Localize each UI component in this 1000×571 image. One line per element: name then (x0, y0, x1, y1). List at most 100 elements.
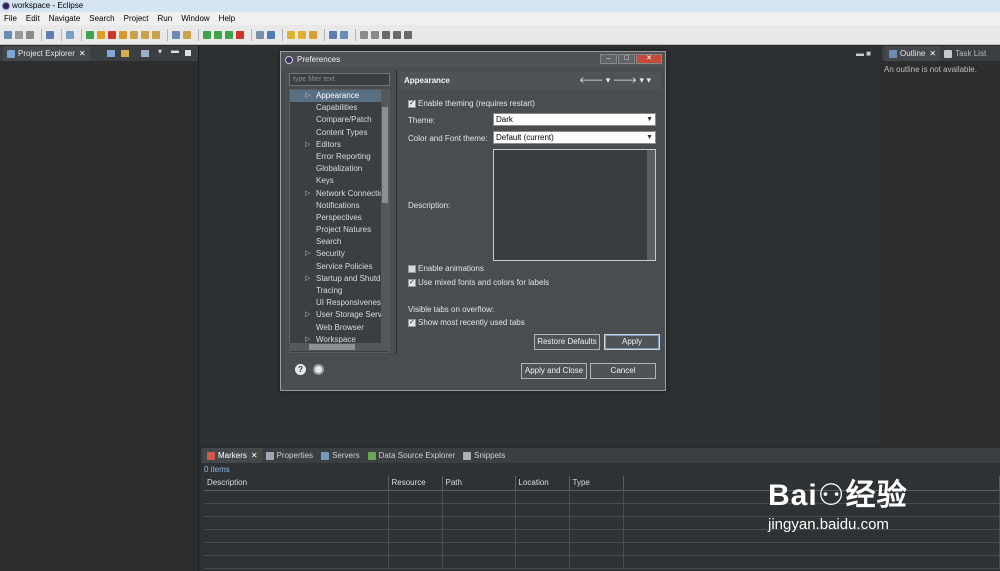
tree-item[interactable]: Keys (290, 175, 389, 187)
tree-item[interactable]: Notifications (290, 200, 389, 212)
close-icon[interactable]: ✕ (251, 451, 258, 460)
tab-servers[interactable]: Servers (317, 448, 364, 463)
apply-button[interactable]: Apply (604, 334, 660, 350)
tree-item[interactable]: Compare/Patch (290, 114, 389, 126)
tab-snippets[interactable]: Snippets (459, 448, 509, 463)
disconnect-icon[interactable] (119, 30, 127, 39)
tree-item[interactable]: Project Natures (290, 224, 389, 236)
save-icon[interactable] (15, 30, 23, 39)
expand-arrow-icon[interactable]: ▷ (305, 90, 310, 102)
tree-item[interactable]: ▷ Appearance (290, 90, 389, 103)
tree-vertical-scrollbar[interactable] (381, 89, 389, 344)
expand-arrow-icon[interactable]: ▷ (305, 248, 310, 260)
close-icon[interactable]: ✕ (929, 49, 936, 58)
collapse-all-icon[interactable] (107, 50, 115, 57)
tree-horizontal-scrollbar[interactable] (289, 343, 390, 351)
menu-window[interactable]: Window (181, 14, 209, 23)
page-navigation[interactable]: 🡐 ▾ 🡒 ▾ ▾ (579, 75, 651, 86)
expand-arrow-icon[interactable]: ▷ (305, 139, 310, 151)
menu-project[interactable]: Project (124, 14, 149, 23)
restore-defaults-button[interactable]: Restore Defaults (534, 334, 600, 350)
expand-arrow-icon[interactable]: ▷ (305, 273, 310, 285)
menu-help[interactable]: Help (219, 14, 235, 23)
run-external-icon[interactable] (225, 30, 233, 39)
tree-item[interactable]: ▷ Network Connectio (290, 188, 389, 200)
step-over-icon[interactable] (141, 30, 149, 39)
maximize-button[interactable]: □ (618, 54, 635, 64)
tab-task-list[interactable]: Task List (940, 46, 990, 61)
new-icon[interactable] (4, 30, 12, 39)
tree-item[interactable]: Content Types (290, 127, 389, 139)
coverage-icon[interactable] (236, 30, 244, 39)
debug-icon[interactable] (203, 30, 211, 39)
dialog-titlebar[interactable]: Preferences – □ ✕ (281, 52, 665, 67)
link-editor-icon[interactable] (121, 50, 129, 57)
column-type[interactable]: Type (569, 476, 624, 491)
help-icon[interactable]: ? (295, 364, 306, 375)
checkbox-mixed-fonts[interactable]: ✓ (408, 278, 416, 287)
globe-icon[interactable] (329, 30, 337, 39)
checkbox-enable-theming[interactable]: ✓ (408, 99, 416, 108)
editor-minmax-icons[interactable]: ▬ ■ (856, 49, 871, 58)
column-path[interactable]: Path (442, 476, 516, 491)
checkbox-show-recent-tabs[interactable]: ✓ (408, 318, 416, 327)
minimize-icon[interactable]: ▬ (171, 46, 179, 55)
close-button[interactable]: ✕ (636, 54, 662, 64)
filter-input[interactable]: type filter text (289, 73, 390, 86)
mixed-fonts-checkbox[interactable]: ✓ Use mixed fonts and colors for labels (408, 278, 549, 287)
tree-item[interactable]: ▷ Editors (290, 139, 389, 151)
cancel-button[interactable]: Cancel (590, 363, 656, 379)
show-recent-tabs-checkbox[interactable]: ✓ Show most recently used tabs (408, 318, 525, 327)
scrollbar-thumb[interactable] (309, 344, 355, 350)
filter-icon[interactable] (141, 50, 149, 57)
search-icon[interactable] (340, 30, 348, 39)
description-scrollbar[interactable] (647, 150, 655, 260)
save-all-icon[interactable] (26, 30, 34, 39)
tree-item[interactable]: Error Reporting (290, 151, 389, 163)
last-edit-icon[interactable] (382, 30, 390, 39)
column-location[interactable]: Location (515, 476, 570, 491)
tab-project-explorer[interactable]: Project Explorer ✕ (3, 46, 90, 61)
new-class-icon[interactable] (267, 30, 275, 39)
view-menu-icon[interactable]: ▾ (158, 47, 166, 56)
open-file-icon[interactable] (298, 30, 306, 39)
new-server-icon[interactable] (256, 30, 264, 39)
suspend-icon[interactable] (97, 30, 105, 39)
tree-item[interactable]: Globalization (290, 163, 389, 175)
tree-item[interactable]: Web Browser (290, 322, 389, 334)
skip-breakpoints-icon[interactable] (66, 30, 74, 39)
column-description[interactable]: Description (204, 476, 389, 491)
theme-select[interactable]: Dark ▼ (493, 113, 656, 126)
tree-item[interactable]: ▷ User Storage Serv (290, 309, 389, 321)
back-icon[interactable]: 🡐 (579, 75, 603, 85)
minimize-button[interactable]: – (600, 54, 617, 64)
menu-run[interactable]: Run (158, 14, 173, 23)
preferences-import-icon[interactable] (313, 364, 324, 375)
apply-and-close-button[interactable]: Apply and Close (521, 363, 587, 379)
annotation-icon[interactable] (360, 30, 368, 39)
tree-item[interactable]: ▷ Security (290, 248, 389, 260)
step-return-icon[interactable] (152, 30, 160, 39)
open-type-icon[interactable] (172, 30, 180, 39)
tree-item[interactable]: Perspectives (290, 212, 389, 224)
tree-item[interactable]: Tracing (290, 285, 389, 297)
color-font-theme-select[interactable]: Default (current) ▼ (493, 131, 656, 144)
tree-item[interactable]: Search (290, 236, 389, 248)
column-resource[interactable]: Resource (388, 476, 443, 491)
tree-item[interactable]: ▷ Startup and Shutd (290, 273, 389, 285)
scrollbar-thumb[interactable] (382, 107, 388, 203)
step-into-icon[interactable] (130, 30, 138, 39)
checkbox-enable-animations[interactable] (408, 264, 416, 273)
pencil-icon[interactable] (309, 30, 317, 39)
expand-arrow-icon[interactable]: ▷ (305, 309, 310, 321)
tab-data-source-explorer[interactable]: Data Source Explorer (364, 448, 459, 463)
enable-animations-checkbox[interactable]: Enable animations (408, 264, 484, 273)
resume-icon[interactable] (86, 30, 94, 39)
console-icon[interactable] (46, 30, 54, 39)
tab-markers[interactable]: Markers ✕ (203, 448, 262, 463)
forward-icon[interactable] (404, 30, 412, 39)
next-annotation-icon[interactable] (371, 30, 379, 39)
maximize-icon[interactable] (185, 50, 191, 56)
menu-file[interactable]: File (4, 14, 17, 23)
sash[interactable] (396, 70, 397, 354)
